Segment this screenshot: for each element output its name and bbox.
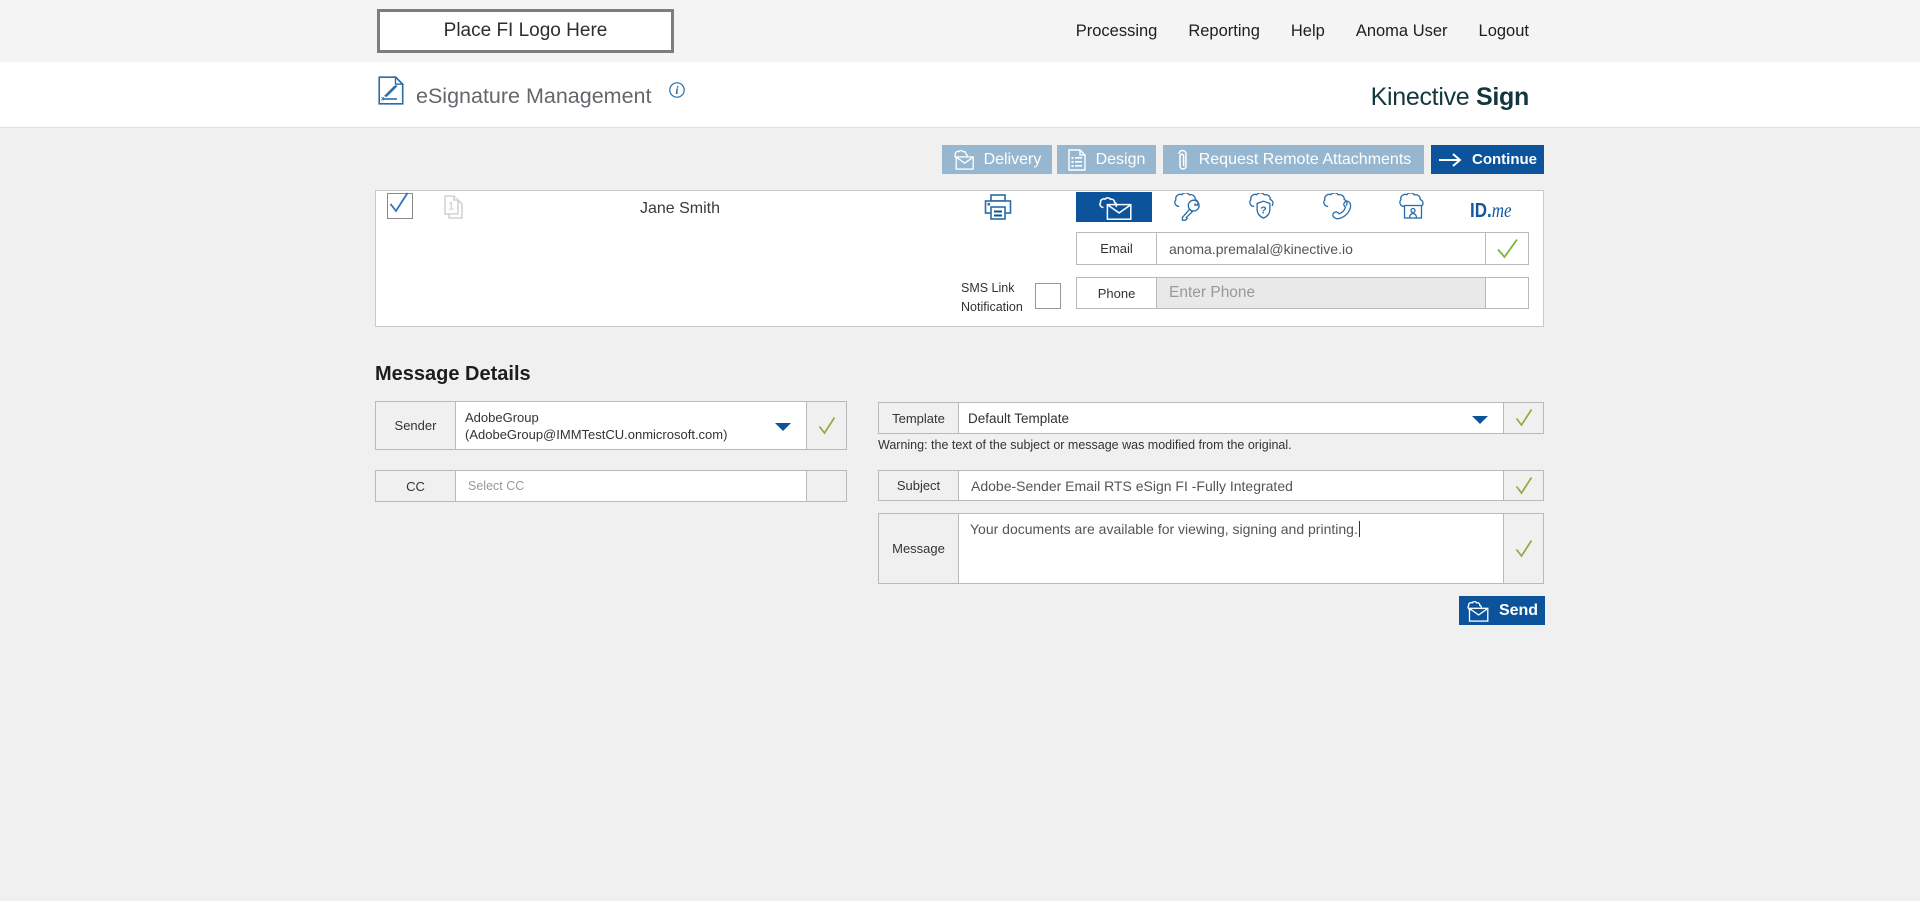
svg-text:?: ? xyxy=(1260,205,1266,217)
svg-text:i: i xyxy=(675,85,679,97)
svg-text:1: 1 xyxy=(448,201,454,213)
